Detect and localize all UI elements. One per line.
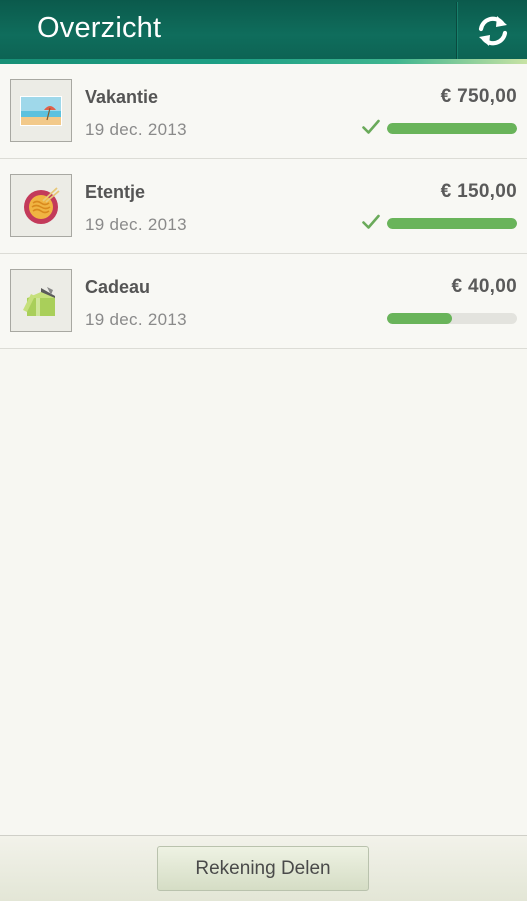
share-bill-button[interactable]: Rekening Delen [157, 846, 369, 891]
item-thumbnail [10, 269, 72, 332]
item-thumbnail [10, 79, 72, 142]
gift-icon [23, 286, 55, 316]
check-icon [362, 214, 380, 229]
expense-list: Vakantie 19 dec. 2013 € 750,00 Etentje 1… [0, 64, 527, 349]
item-date: 19 dec. 2013 [85, 120, 187, 139]
item-title: Cadeau [85, 277, 151, 297]
refresh-icon [478, 15, 507, 46]
progress-fill [387, 218, 517, 229]
progress-bar [387, 313, 517, 324]
footer-bar: Rekening Delen [0, 835, 527, 901]
item-date: 19 dec. 2013 [85, 215, 187, 234]
item-amount: € 40,00 [451, 276, 517, 297]
item-date: 19 dec. 2013 [85, 310, 187, 329]
refresh-button[interactable] [456, 2, 527, 59]
list-item[interactable]: Vakantie 19 dec. 2013 € 750,00 [0, 64, 527, 159]
progress-bar [387, 123, 517, 134]
item-title: Etentje [85, 182, 146, 202]
item-title: Vakantie [85, 87, 159, 107]
progress-fill [387, 313, 452, 324]
progress-bar [387, 218, 517, 229]
beach-icon [20, 95, 62, 126]
list-item[interactable]: Etentje 19 dec. 2013 € 150,00 [0, 159, 527, 254]
item-thumbnail [10, 174, 72, 237]
progress-fill [387, 123, 517, 134]
page-title: Overzicht [37, 12, 162, 44]
item-amount: € 150,00 [440, 181, 517, 202]
noodle-bowl-icon [24, 186, 60, 224]
item-amount: € 750,00 [440, 86, 517, 107]
app-header: Overzicht [0, 0, 527, 64]
check-icon [362, 119, 380, 134]
list-item[interactable]: Cadeau 19 dec. 2013 € 40,00 [0, 254, 527, 349]
